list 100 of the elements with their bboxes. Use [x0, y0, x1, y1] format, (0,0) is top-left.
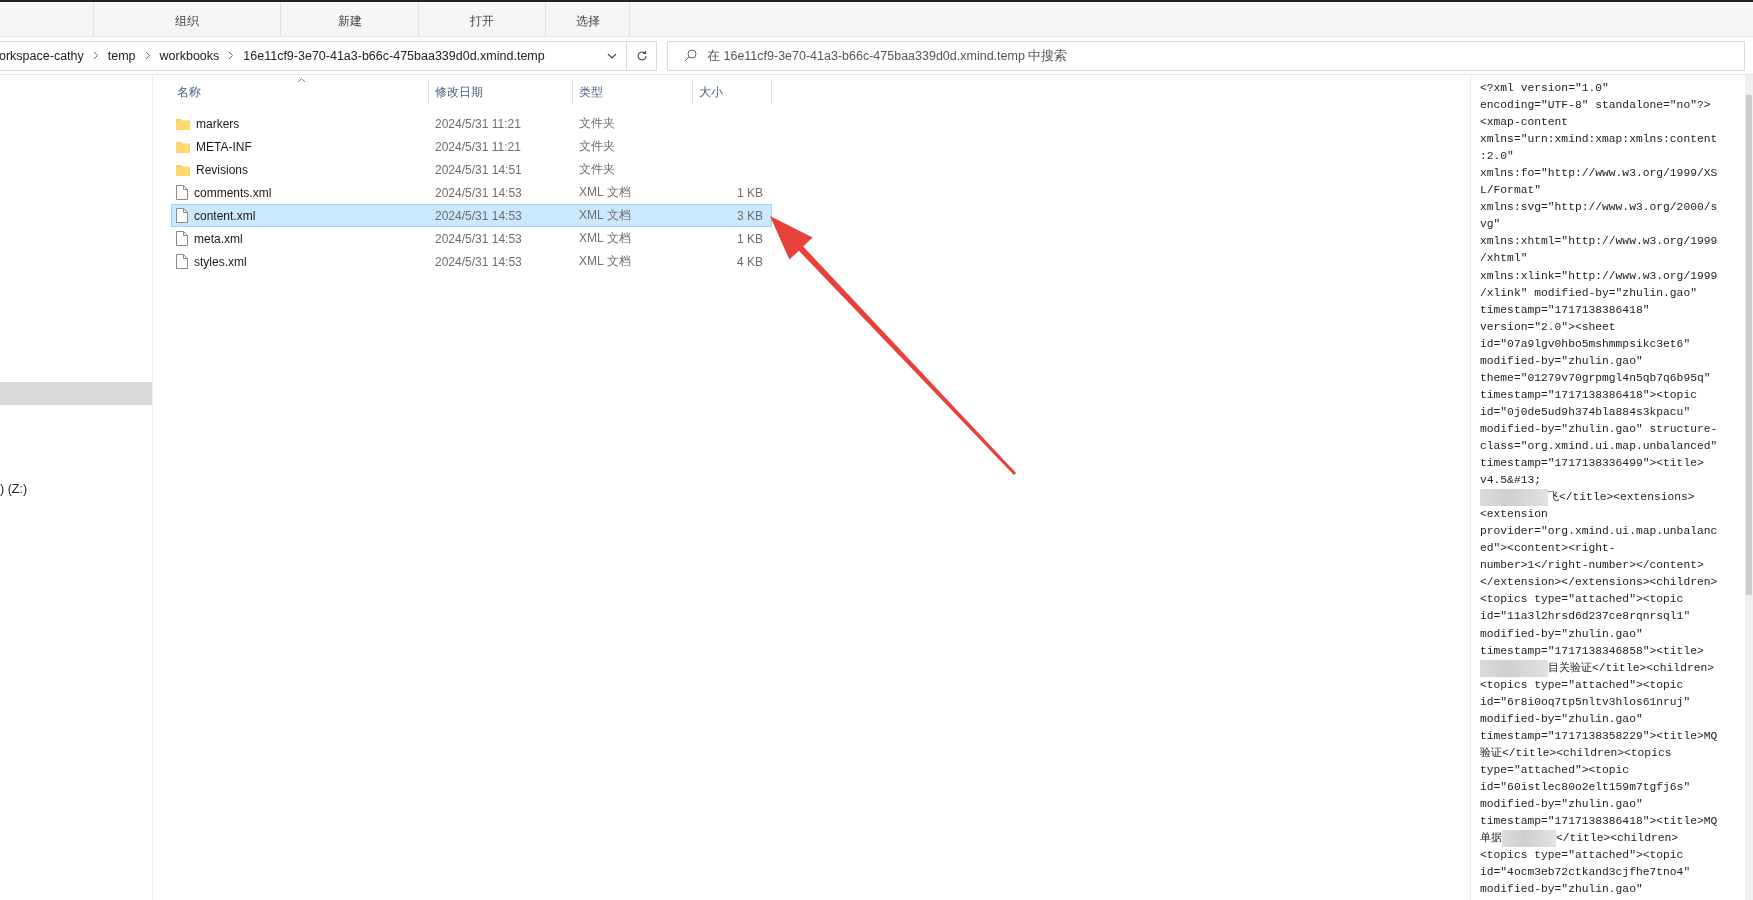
file-row[interactable]: META-INF 2024/5/31 11:21 文件夹: [171, 135, 772, 158]
code-line: xmlns:xhtml="http://www.w3.org/1999: [1480, 234, 1718, 250]
code-line: /xlink" modified-by="zhulin.gao": [1480, 285, 1697, 301]
breadcrumb-item[interactable]: workbooks: [159, 48, 220, 63]
caret-icon: [607, 52, 617, 59]
file-row[interactable]: meta.xml 2024/5/31 14:53 XML 文档 1 KB: [171, 227, 772, 250]
code-line: <?xml version="1.0": [1480, 81, 1609, 96]
breadcrumb-item[interactable]: orkspace-cathy: [0, 48, 84, 63]
code-line: xmlns:xlink="http://www.w3.org/1999: [1480, 268, 1718, 284]
scrollbar-thumb[interactable]: [1746, 95, 1752, 595]
breadcrumb-item[interactable]: temp: [107, 48, 136, 63]
sidebar-item[interactable]: ) (Z:): [0, 477, 152, 500]
code-line: /xhtml": [1480, 251, 1528, 267]
redaction-block: [1480, 489, 1548, 507]
code-line: modified-by="zhulin.gao": [1480, 626, 1643, 642]
file-name: META-INF: [196, 139, 252, 154]
code-line: modified-by="zhulin.gao": [1480, 882, 1643, 898]
chevron-icon: [92, 51, 99, 60]
folder-icon: [176, 140, 190, 153]
document-icon: [176, 208, 188, 223]
redaction-block: [1502, 830, 1556, 848]
ribbon-group-label: 选择: [575, 13, 600, 30]
address-bar[interactable]: orkspace-cathy temp workbooks 16e11cf9-3e70-41a3-b66c-475baa339d0d.xmind.temp: [0, 40, 657, 71]
scrollbar[interactable]: [1745, 75, 1753, 900]
type-cell: 文件夹: [579, 138, 615, 155]
code-line: modified-by="zhulin.gao": [1480, 353, 1643, 369]
file-row[interactable]: comments.xml 2024/5/31 14:53 XML 文档 1 KB: [171, 181, 772, 204]
date-cell: 2024/5/31 14:51: [435, 162, 522, 177]
size-cell: 1 KB: [737, 185, 763, 200]
column-header[interactable]: 修改日期: [429, 80, 573, 104]
column-header[interactable]: 类型: [573, 80, 693, 104]
code-line: encoding="UTF-8" standalone="no"?>: [1480, 98, 1711, 114]
code-line: timestamp="1717138386418"><topic: [1480, 387, 1697, 403]
code-line: id="4ocm3eb72ctkand3cjfhe7tno4": [1480, 865, 1691, 881]
code-line: xmlns:svg="http://www.w3.org/2000/s: [1480, 200, 1718, 216]
code-line: provider="org.xmind.ui.map.unbalanc: [1480, 524, 1718, 540]
file-row[interactable]: styles.xml 2024/5/31 14:53 XML 文档 4 KB: [171, 250, 772, 273]
code-line: </extension></extensions><children>: [1480, 575, 1718, 591]
code-line: version="2.0"><sheet: [1480, 319, 1616, 335]
column-header[interactable]: 大小: [693, 80, 772, 104]
date-cell: 2024/5/31 11:21: [435, 139, 521, 154]
search-icon: [684, 49, 697, 62]
size-cell: 1 KB: [737, 231, 763, 246]
file-name: meta.xml: [194, 231, 243, 246]
code-line: timestamp="1717138386418"><title>MQ: [1480, 814, 1718, 829]
code-line: id="07a9lgv0hbo5mshmmpsikc3et6": [1480, 336, 1691, 352]
document-icon: [176, 185, 188, 200]
file-row[interactable]: Revisions 2024/5/31 14:51 文件夹: [171, 158, 772, 181]
code-line: timestamp="1717138358229"><title>MQ: [1480, 728, 1718, 744]
code-line: <extension: [1480, 507, 1548, 523]
document-icon: [176, 254, 188, 269]
code-line: 目关验证</title><children>: [1548, 660, 1715, 676]
search-field[interactable]: 在 16e11cf9-3e70-41a3-b66c-475baa339d0d.xmind.temp 中搜索: [707, 42, 1744, 69]
refresh-icon: [635, 49, 648, 62]
file-name: comments.xml: [194, 185, 272, 200]
chevron-icon: [144, 51, 151, 60]
code-line: class="org.xmind.ui.map.unbalanced": [1480, 439, 1718, 454]
date-cell: 2024/5/31 11:21: [435, 116, 521, 131]
breadcrumb-item[interactable]: 16e11cf9-3e70-41a3-b66c-475baa339d0d.xmind.temp: [243, 48, 545, 63]
type-cell: XML 文档: [579, 184, 631, 201]
code-line: modified-by="zhulin.gao" structure-: [1480, 421, 1718, 437]
size-cell: 4 KB: [737, 254, 763, 269]
document-icon: [176, 231, 188, 246]
code-line: timestamp="1717138346858"><title>: [1480, 643, 1704, 659]
type-cell: 文件夹: [579, 161, 615, 178]
code-line: :2.0": [1480, 149, 1514, 165]
search-box[interactable]: 在 16e11cf9-3e70-41a3-b66c-475baa339d0d.xmind.temp 中搜索: [667, 40, 1745, 71]
code-line: ed"><content><right-: [1480, 541, 1616, 557]
type-cell: XML 文档: [579, 230, 631, 247]
type-cell: XML 文档: [579, 253, 631, 270]
date-cell: 2024/5/31 14:53: [435, 231, 522, 246]
file-name: styles.xml: [194, 254, 247, 269]
ribbon-group-label: 组织: [175, 13, 199, 30]
type-cell: 文件夹: [579, 115, 615, 132]
code-line: id="0j0de5ud9h374bla884s3kpacu": [1480, 404, 1691, 420]
code-line: timestamp="1717138336499"><title>: [1480, 456, 1704, 472]
code-line: 单据: [1480, 831, 1502, 847]
code-line: vg": [1480, 217, 1501, 233]
size-cell: 3 KB: [737, 208, 763, 223]
file-name: markers: [196, 116, 240, 131]
file-row[interactable]: content.xml 2024/5/31 14:53 XML 文档 3 KB: [171, 204, 772, 227]
code-line: <topics type="attached"><topic: [1480, 677, 1684, 693]
code-line: timestamp="1717138386418": [1480, 302, 1650, 318]
code-line: type="attached"><topic: [1480, 762, 1630, 778]
ribbon-group-label: 新建: [337, 13, 362, 30]
code-line: id="6r8i0oq7tp5nltv3hlos61nruj": [1480, 694, 1691, 710]
code-line: xmlns:fo="http://www.w3.org/1999/XS: [1480, 166, 1718, 182]
code-line: 飞</title><extensions>: [1548, 490, 1695, 506]
code-line: modified-by="zhulin.gao": [1480, 796, 1643, 812]
type-cell: XML 文档: [579, 207, 631, 224]
file-row[interactable]: markers 2024/5/31 11:21 文件夹: [171, 112, 772, 135]
date-cell: 2024/5/31 14:53: [435, 254, 522, 269]
column-header[interactable]: 名称: [171, 80, 429, 104]
redaction-block: [1480, 659, 1548, 677]
chevron-icon: [228, 51, 235, 60]
code-line: 验证</title><children><topics: [1480, 745, 1672, 761]
sidebar-item[interactable]: [0, 382, 152, 405]
code-line: theme="01279v70grpmgl4n5qb7q6b95q": [1480, 370, 1711, 386]
date-cell: 2024/5/31 14:53: [435, 208, 522, 223]
file-name: content.xml: [194, 208, 256, 223]
